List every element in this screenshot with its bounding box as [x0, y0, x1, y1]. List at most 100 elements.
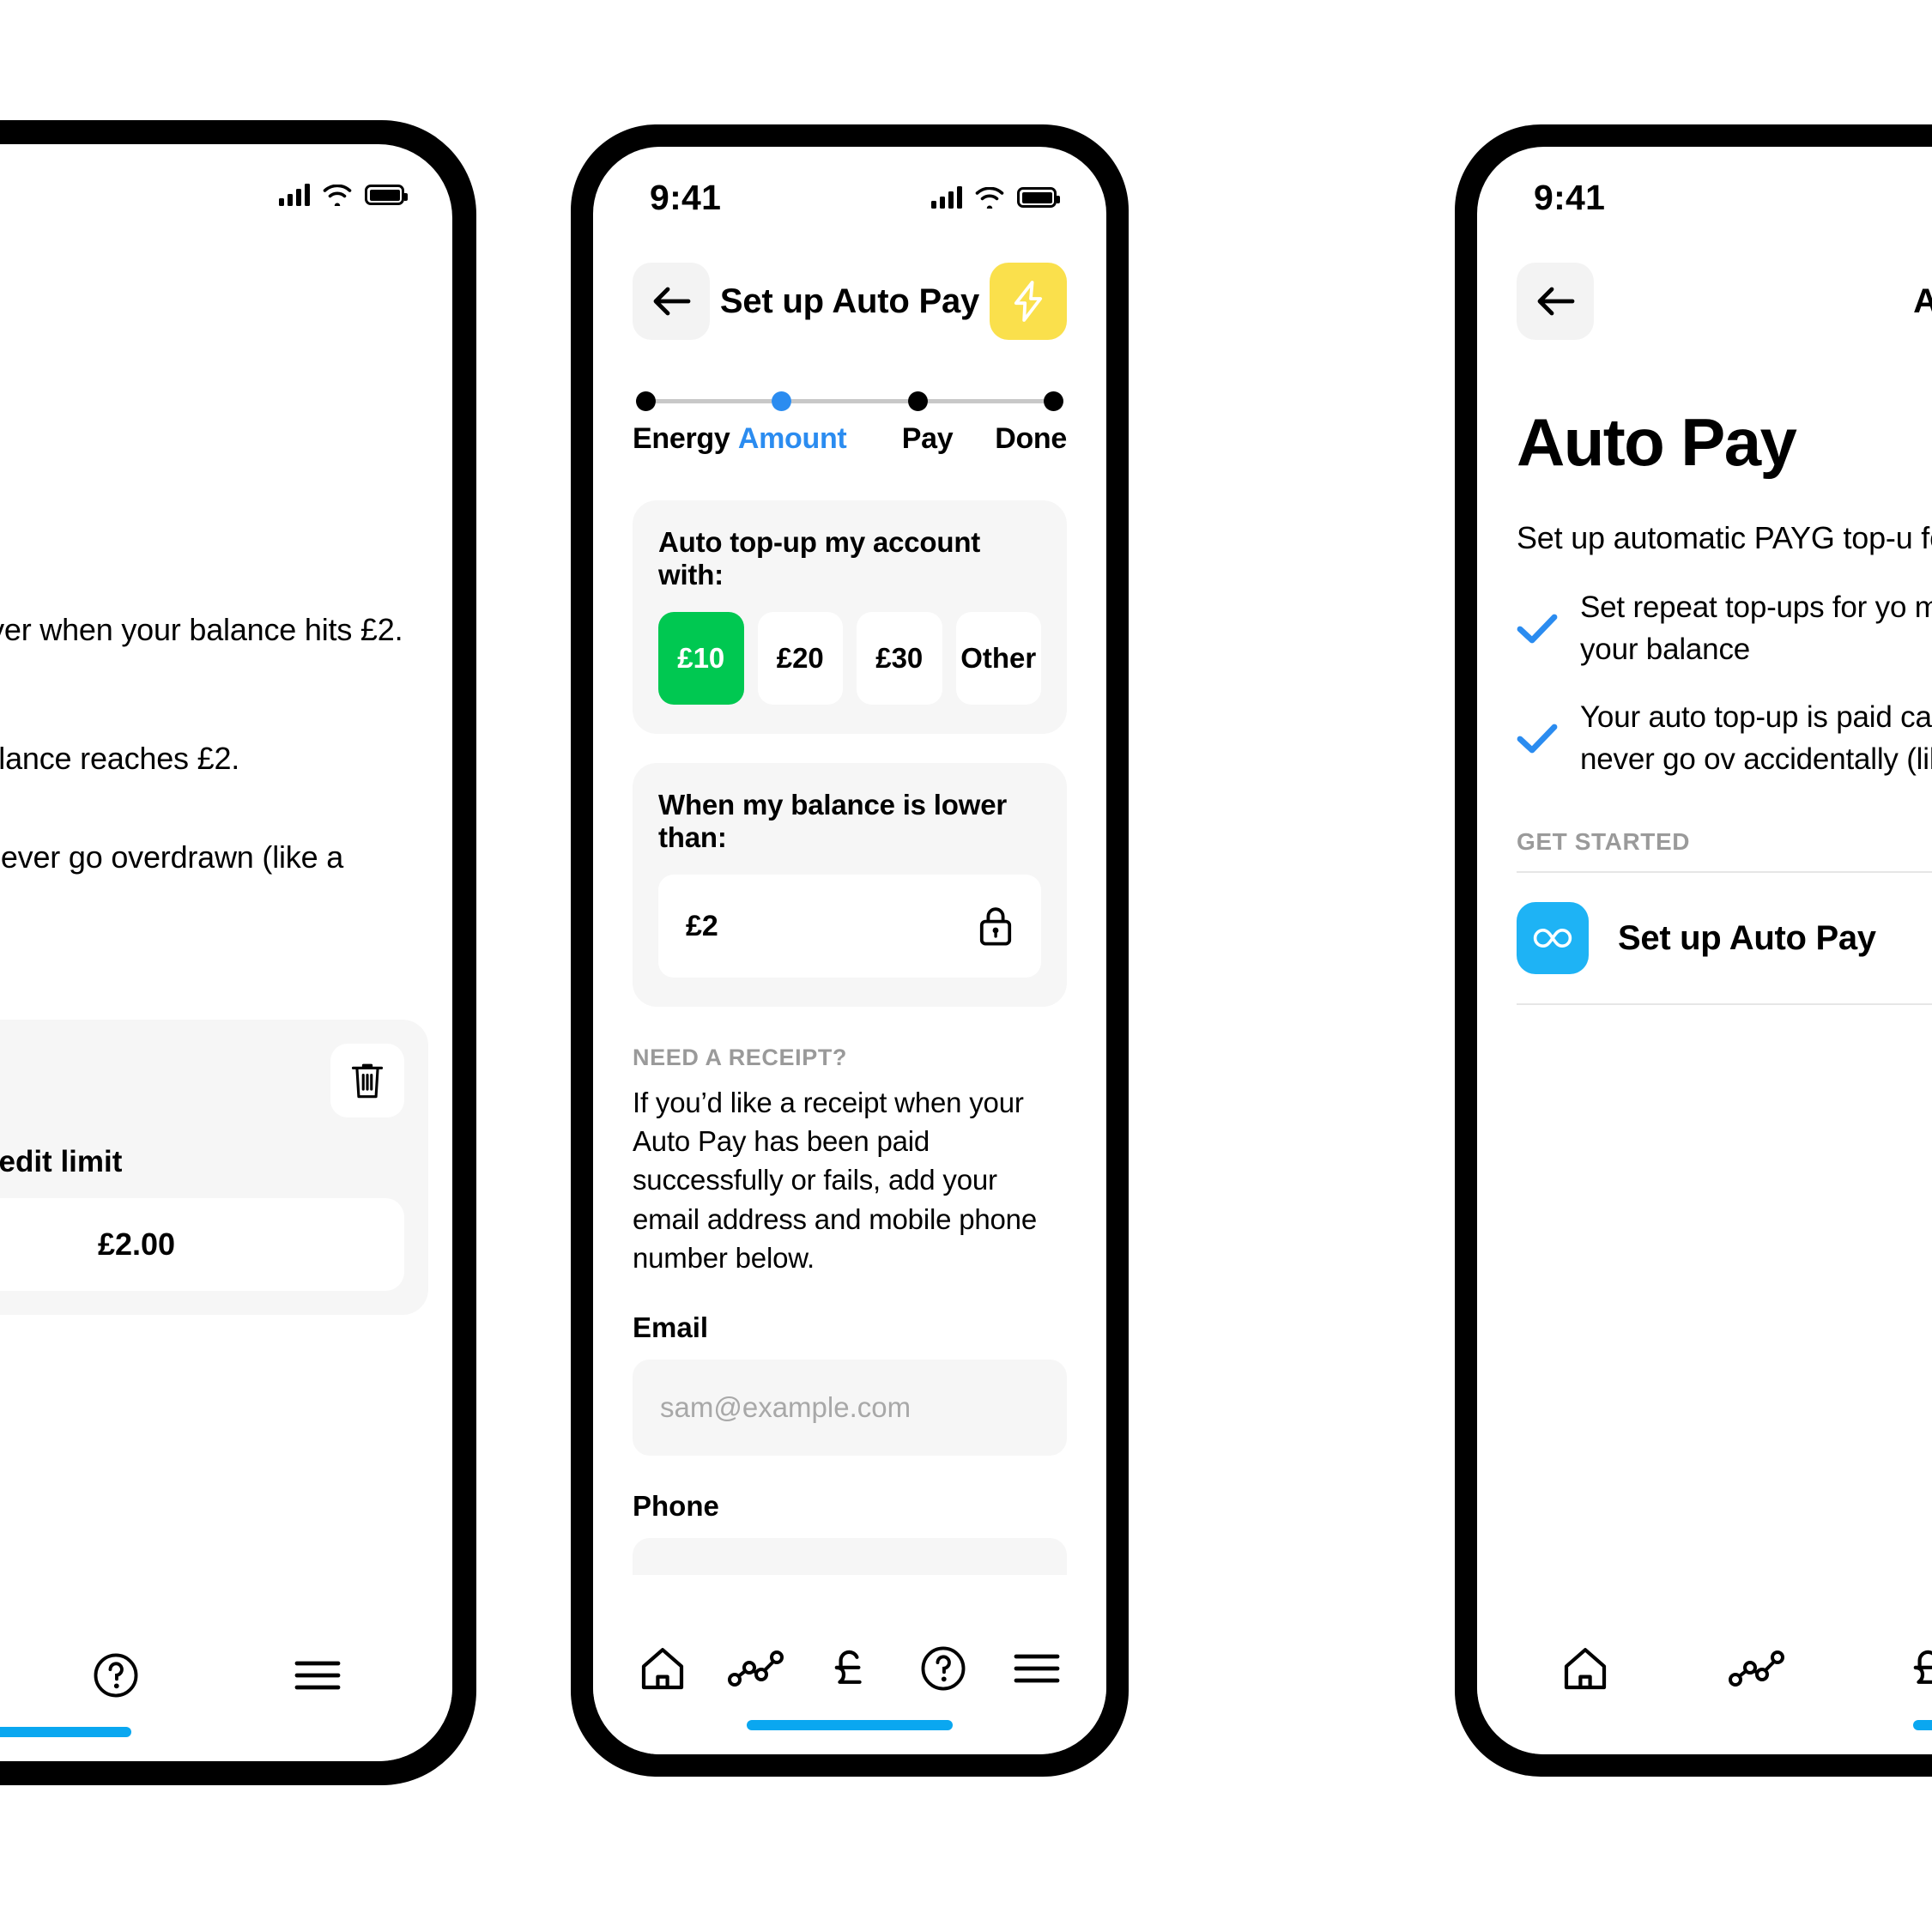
trash-icon: [351, 1063, 384, 1099]
lock-icon: [979, 907, 1012, 946]
tab-balance-right[interactable]: [1843, 1644, 1932, 1693]
home-icon: [1564, 1648, 1607, 1690]
step-dot-pay[interactable]: [907, 391, 928, 411]
email-label: Email: [633, 1311, 709, 1344]
screen-middle: 9:41 Set up Auto Pay Energy Amount Pay D…: [593, 147, 1106, 1754]
email-input[interactable]: sam@example.com: [633, 1360, 1067, 1457]
tabbar-left: [0, 1611, 452, 1761]
status-icons-middle: [931, 186, 1060, 209]
status-bar-right: 9:41: [1477, 147, 1932, 248]
cellular-signal-icon: [931, 186, 962, 209]
threshold-value-field[interactable]: £2: [658, 875, 1041, 978]
amount-option-20[interactable]: £20: [757, 612, 843, 705]
lightning-action-button[interactable]: [990, 263, 1067, 340]
usage-graph-icon: [1729, 1650, 1784, 1687]
stepper-bar: [791, 398, 908, 403]
amount-option-other[interactable]: Other: [955, 612, 1041, 705]
credit-limit-row: £2.00: [0, 1198, 404, 1291]
tab-help-left[interactable]: [15, 1652, 217, 1699]
get-started-section: GET STARTED Set up Auto Pay: [1517, 828, 1932, 1006]
cellular-signal-icon: [279, 184, 310, 206]
back-button[interactable]: [633, 263, 710, 340]
receipt-section: NEED A RECEIPT? If you’d like a receipt …: [633, 1045, 1067, 1277]
stepper-bar: [927, 398, 1044, 403]
screen-right: 9:41 A Auto Pay Set up automatic PAYG to…: [1477, 147, 1932, 1754]
step-dot-energy[interactable]: [636, 391, 656, 411]
stepper-bar: [656, 398, 772, 403]
get-started-label: Set up Auto Pay: [1618, 918, 1876, 957]
phone-middle: 9:41 Set up Auto Pay Energy Amount Pay D…: [571, 124, 1129, 1777]
tab-home-right[interactable]: [1499, 1645, 1671, 1692]
threshold-value: £2: [686, 909, 718, 942]
tab-usage-right[interactable]: [1671, 1650, 1843, 1687]
receipt-body: If you’d like a receipt when your Auto P…: [633, 1087, 1037, 1274]
step-dot-done[interactable]: [1043, 391, 1063, 411]
screen-left: 9:41 Auto Pay ’: [0, 144, 452, 1761]
get-started-kicker: GET STARTED: [1517, 828, 1691, 856]
help-circle-icon: [921, 1646, 966, 1691]
tab-menu-left[interactable]: [216, 1658, 418, 1693]
wifi-icon: [975, 186, 1004, 209]
progress-stepper: Energy Amount Pay Done: [633, 388, 1067, 456]
battery-icon: [365, 185, 408, 205]
benefits-list: Set repeat top-ups for yo meter when you…: [1517, 586, 1932, 780]
topup-card-title: Auto top-up my account with:: [658, 526, 981, 591]
menu-icon: [294, 1661, 341, 1690]
step-label-pay: Pay: [901, 422, 954, 455]
benefit-text-2: Your auto top-up is paid card, so you’ll…: [1580, 700, 1932, 777]
back-button-right[interactable]: [1517, 263, 1594, 340]
tab-balance-middle[interactable]: [802, 1644, 896, 1693]
tab-balance-left[interactable]: [0, 1651, 15, 1699]
lightning-bolt-icon: [1014, 281, 1043, 322]
phone-left: 9:41 Auto Pay ’: [0, 120, 476, 1785]
tabbar-middle: [593, 1604, 1106, 1754]
left-paragraph-1: c PAYG top-ups so you never when your ba…: [0, 612, 403, 647]
step-label-done: Done: [995, 422, 1067, 455]
arrow-left-icon: [1537, 287, 1575, 316]
credit-limit-card: Credit limit £2.00: [0, 1020, 428, 1315]
pound-icon: [1913, 1650, 1932, 1684]
threshold-card-title: When my balance is lower than:: [658, 789, 1007, 853]
arrow-left-icon: [653, 287, 691, 316]
topup-amount-options: £10 £20 £30 Other: [658, 612, 1041, 705]
page-heading-right: Auto Pay: [1517, 404, 1797, 480]
status-bar-left: 9:41: [0, 144, 452, 245]
infinity-icon-wrap: [1517, 902, 1589, 975]
stepper-labels: Energy Amount Pay Done: [633, 422, 1067, 456]
receipt-kicker: NEED A RECEIPT?: [633, 1045, 848, 1070]
balance-threshold-card: When my balance is lower than: £2: [633, 763, 1067, 1007]
left-bullet-2: p-up is paid with your bank ll never go …: [0, 839, 344, 875]
tab-home-middle[interactable]: [615, 1645, 709, 1692]
home-indicator-right: [1913, 1720, 1932, 1730]
benefit-item: Your auto top-up is paid card, so you’ll…: [1517, 696, 1932, 780]
tab-menu-middle[interactable]: [990, 1651, 1084, 1686]
tab-help-middle[interactable]: [897, 1645, 990, 1692]
stepper-track: [633, 388, 1067, 414]
tab-usage-middle[interactable]: [709, 1650, 802, 1687]
pound-icon: [834, 1650, 862, 1684]
navbar-right: Auto Pay: [1517, 254, 1932, 348]
battery-icon: [1017, 187, 1060, 208]
check-icon-wrap: [1517, 613, 1558, 644]
credit-limit-value[interactable]: £2.00: [0, 1198, 404, 1291]
check-icon: [1517, 724, 1558, 754]
menu-icon: [1014, 1654, 1060, 1683]
check-icon: [1517, 614, 1558, 644]
tabs-left: [0, 1611, 452, 1740]
step-label-amount: Amount: [737, 422, 847, 455]
status-time-right: 9:41: [1534, 177, 1606, 217]
status-bar-middle: 9:41: [593, 147, 1106, 248]
delete-button[interactable]: [330, 1044, 404, 1117]
navbar-middle: Set up Auto Pay: [633, 254, 1067, 348]
status-time-middle: 9:41: [650, 177, 722, 217]
email-group: Email sam@example.com: [633, 1311, 1067, 1457]
amount-option-30[interactable]: £30: [857, 612, 942, 705]
check-icon-wrap: [1517, 723, 1558, 754]
benefit-text-1: Set repeat top-ups for yo meter when you…: [1580, 591, 1932, 667]
step-dot-amount[interactable]: [772, 391, 792, 411]
home-indicator-middle: [747, 1720, 953, 1730]
phone-label: Phone: [633, 1490, 719, 1523]
get-started-row[interactable]: Set up Auto Pay: [1517, 871, 1932, 1006]
amount-option-10[interactable]: £10: [658, 612, 744, 705]
nav-title-right: Auto Pay: [1913, 282, 1932, 320]
